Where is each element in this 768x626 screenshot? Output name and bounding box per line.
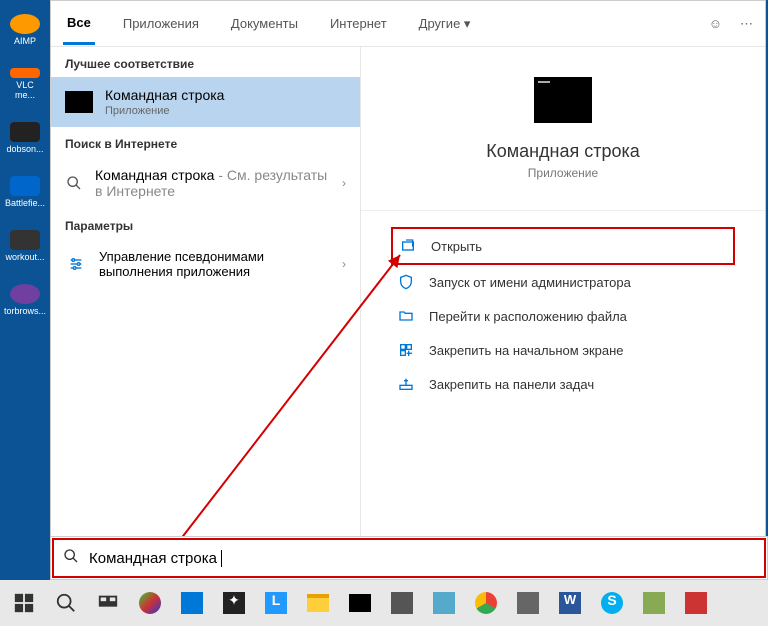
taskbar-app-1[interactable] bbox=[130, 583, 170, 623]
taskbar-app-7[interactable] bbox=[508, 583, 548, 623]
open-icon bbox=[399, 237, 417, 255]
pin-taskbar-icon bbox=[397, 375, 415, 393]
actions-list: Открыть Запуск от имени администратора П… bbox=[361, 210, 765, 401]
search-box[interactable]: Командная строка bbox=[50, 536, 768, 580]
result-title: Командная строка bbox=[105, 87, 346, 103]
alias-result-title: Управление псевдонимами выполнения прило… bbox=[99, 249, 330, 279]
taskbar-app-6[interactable] bbox=[424, 583, 464, 623]
action-label: Закрепить на панели задач bbox=[429, 377, 594, 392]
action-pin-taskbar[interactable]: Закрепить на панели задач bbox=[391, 367, 735, 401]
search-panel: Все Приложения Документы Интернет Другие… bbox=[50, 0, 766, 580]
taskbar-skype[interactable]: S bbox=[592, 583, 632, 623]
chevron-right-icon: › bbox=[342, 257, 346, 271]
taskbar-explorer[interactable] bbox=[298, 583, 338, 623]
web-search-header: Поиск в Интернете bbox=[51, 127, 360, 157]
desktop-icon-torbrowser[interactable]: torbrows... bbox=[9, 284, 41, 316]
action-label: Открыть bbox=[431, 239, 482, 254]
cmd-icon bbox=[65, 91, 93, 113]
desktop-icon-vlc[interactable]: VLC me... bbox=[9, 68, 41, 100]
preview-title: Командная строка bbox=[486, 141, 640, 162]
taskbar-app-8[interactable] bbox=[634, 583, 674, 623]
taskbar-app-5[interactable] bbox=[382, 583, 422, 623]
best-match-header: Лучшее соответствие bbox=[51, 47, 360, 77]
taskbar-app-3[interactable]: ✦ bbox=[214, 583, 254, 623]
taskbar-app-9[interactable] bbox=[676, 583, 716, 623]
search-icon bbox=[63, 548, 79, 569]
search-input-value: Командная строка bbox=[89, 550, 222, 567]
desktop: AIMP VLC me... dobson... Battlefie... wo… bbox=[0, 0, 50, 580]
action-pin-start[interactable]: Закрепить на начальном экране bbox=[391, 333, 735, 367]
tab-apps[interactable]: Приложения bbox=[119, 4, 203, 43]
chevron-right-icon: › bbox=[342, 176, 346, 190]
start-button[interactable] bbox=[4, 583, 44, 623]
results-column: Лучшее соответствие Командная строка При… bbox=[51, 47, 361, 579]
action-open[interactable]: Открыть bbox=[391, 227, 735, 265]
result-cmd[interactable]: Командная строка Приложение bbox=[51, 77, 360, 127]
folder-icon bbox=[397, 307, 415, 325]
search-icon bbox=[65, 174, 83, 192]
action-label: Закрепить на начальном экране bbox=[429, 343, 624, 358]
pin-start-icon bbox=[397, 341, 415, 359]
result-web[interactable]: Командная строка - См. результаты в Инте… bbox=[51, 157, 360, 209]
tab-more[interactable]: Другие ▾ bbox=[415, 4, 475, 44]
taskbar-chrome[interactable] bbox=[466, 583, 506, 623]
preview-subtitle: Приложение bbox=[528, 166, 598, 180]
taskbar-app-4[interactable]: L bbox=[256, 583, 296, 623]
action-run-admin[interactable]: Запуск от имени администратора bbox=[391, 265, 735, 299]
tab-all[interactable]: Все bbox=[63, 3, 95, 45]
preview-column: Командная строка Приложение Открыть Запу… bbox=[361, 47, 765, 579]
taskbar-word[interactable]: W bbox=[550, 583, 590, 623]
search-tabs: Все Приложения Документы Интернет Другие… bbox=[51, 1, 765, 47]
preview-cmd-icon bbox=[534, 77, 592, 123]
desktop-icon-battlefield[interactable]: Battlefie... bbox=[9, 176, 41, 208]
tab-web[interactable]: Интернет bbox=[326, 4, 391, 43]
action-open-location[interactable]: Перейти к расположению файла bbox=[391, 299, 735, 333]
sliders-icon bbox=[65, 253, 87, 275]
desktop-icon-dobson[interactable]: dobson... bbox=[9, 122, 41, 154]
desktop-icon-workout[interactable]: workout... bbox=[9, 230, 41, 262]
result-subtitle: Приложение bbox=[105, 105, 346, 117]
action-label: Перейти к расположению файла bbox=[429, 309, 627, 324]
taskbar: ✦ L W S bbox=[0, 580, 768, 626]
parameters-header: Параметры bbox=[51, 209, 360, 239]
taskbar-search-button[interactable] bbox=[46, 583, 86, 623]
task-view-button[interactable] bbox=[88, 583, 128, 623]
tab-docs[interactable]: Документы bbox=[227, 4, 302, 43]
action-label: Запуск от имени администратора bbox=[429, 275, 631, 290]
feedback-icon[interactable]: ☺ bbox=[709, 16, 722, 32]
web-result-title: Командная строка - См. результаты в Инте… bbox=[95, 167, 330, 199]
shield-icon bbox=[397, 273, 415, 291]
taskbar-app-2[interactable] bbox=[172, 583, 212, 623]
result-alias-settings[interactable]: Управление псевдонимами выполнения прило… bbox=[51, 239, 360, 289]
more-icon[interactable]: ⋯ bbox=[740, 16, 753, 32]
taskbar-cmd[interactable] bbox=[340, 583, 380, 623]
desktop-icon-aimp[interactable]: AIMP bbox=[9, 14, 41, 46]
chevron-down-icon: ▾ bbox=[464, 16, 471, 31]
